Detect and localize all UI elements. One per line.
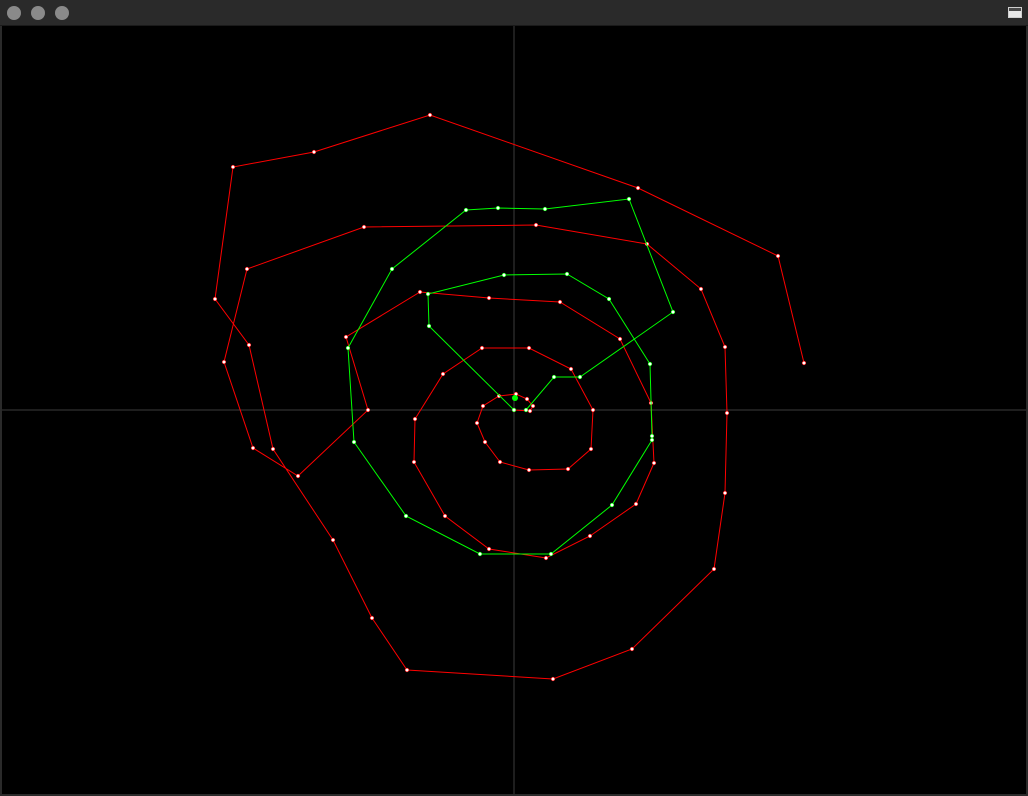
red-spiral-vertex-marker <box>369 615 375 621</box>
red-spiral-vertex-marker <box>635 185 641 191</box>
red-spiral-vertex-marker <box>250 445 256 451</box>
red-spiral-vertex-marker <box>526 467 532 473</box>
red-spiral-vertex-marker <box>479 345 485 351</box>
red-spiral-vertex-marker <box>404 667 410 673</box>
green-spiral-vertex-marker <box>425 291 431 297</box>
red-spiral-vertex-marker <box>722 344 728 350</box>
red-spiral-vertex-marker <box>417 289 423 295</box>
red-spiral-vertex-marker <box>361 224 367 230</box>
red-spiral-vertex-marker <box>295 473 301 479</box>
red-spiral-vertex-marker <box>533 222 539 228</box>
red-spiral-vertex-marker <box>775 253 781 259</box>
maximize-window-button[interactable] <box>55 6 69 20</box>
red-spiral-vertex-marker <box>722 490 728 496</box>
green-spiral-vertex-marker <box>389 266 395 272</box>
green-spiral-vertex-marker <box>649 437 655 443</box>
green-spiral-vertex-marker <box>626 196 632 202</box>
minimize-window-button[interactable] <box>31 6 45 20</box>
spiral-plot <box>2 26 1026 794</box>
red-spiral-vertex-marker <box>427 112 433 118</box>
green-spiral <box>345 196 676 557</box>
red-spiral-vertex-marker <box>486 295 492 301</box>
green-spiral-vertex-marker <box>426 323 432 329</box>
red-spiral-vertex-marker <box>244 266 250 272</box>
red-spiral-vertex-marker <box>482 439 488 445</box>
green-spiral-vertex-marker <box>548 551 554 557</box>
red-spiral-line <box>214 114 805 680</box>
green-spiral-vertex-marker <box>351 439 357 445</box>
red-spiral <box>212 112 807 682</box>
red-spiral-vertex-marker <box>246 342 252 348</box>
red-spiral-vertex-marker <box>565 466 571 472</box>
green-spiral-vertex-marker <box>403 513 409 519</box>
red-spiral-vertex-marker <box>270 446 276 452</box>
red-spiral-vertex-marker <box>527 408 533 414</box>
spiral-canvas <box>2 26 1026 794</box>
green-spiral-vertex-marker <box>670 309 676 315</box>
green-spiral-vertex-marker <box>511 407 517 413</box>
red-spiral-vertex-marker <box>497 459 503 465</box>
close-window-button[interactable] <box>7 6 21 20</box>
red-spiral-vertex-marker <box>590 407 596 413</box>
red-spiral-vertex-marker <box>633 501 639 507</box>
red-spiral-vertex-marker <box>550 676 556 682</box>
red-spiral-vertex-marker <box>480 403 486 409</box>
window-titlebar <box>0 0 1028 26</box>
red-spiral-vertex-marker <box>711 566 717 572</box>
red-spiral-vertex-marker <box>486 546 492 552</box>
green-spiral-vertex-marker <box>463 207 469 213</box>
red-spiral-vertex-marker <box>724 410 730 416</box>
window-restore-icon[interactable] <box>1008 7 1022 18</box>
spiral-start-marker <box>512 395 518 401</box>
red-spiral-vertex-marker <box>530 403 536 409</box>
red-spiral-vertex-marker <box>629 646 635 652</box>
red-spiral-vertex-marker <box>212 296 218 302</box>
green-spiral-vertex-marker <box>501 272 507 278</box>
green-spiral-vertex-marker <box>649 433 655 439</box>
red-spiral-vertex-marker <box>311 149 317 155</box>
red-spiral-vertex-marker <box>801 360 807 366</box>
red-spiral-vertex-marker <box>230 164 236 170</box>
red-spiral-vertex-marker <box>343 334 349 340</box>
red-spiral-vertex-marker <box>412 416 418 422</box>
red-spiral-vertex-marker <box>474 420 480 426</box>
green-spiral-vertex-marker <box>577 374 583 380</box>
red-spiral-vertex-marker <box>588 446 594 452</box>
green-spiral-vertex-marker <box>345 345 351 351</box>
red-spiral-vertex-marker <box>524 396 530 402</box>
red-spiral-vertex-marker <box>587 533 593 539</box>
red-spiral-vertex-marker <box>365 407 371 413</box>
red-spiral-vertex-marker <box>221 359 227 365</box>
red-spiral-vertex-marker <box>651 460 657 466</box>
red-spiral-vertex-marker <box>557 299 563 305</box>
red-spiral-vertex-marker <box>543 555 549 561</box>
green-spiral-vertex-marker <box>606 296 612 302</box>
green-spiral-vertex-marker <box>477 551 483 557</box>
green-spiral-vertex-marker <box>542 206 548 212</box>
red-spiral-vertex-marker <box>617 336 623 342</box>
green-spiral-vertex-marker <box>495 205 501 211</box>
green-spiral-vertex-marker <box>647 361 653 367</box>
green-spiral-vertex-marker <box>609 502 615 508</box>
red-spiral-vertex-marker <box>442 513 448 519</box>
red-spiral-vertex-marker <box>568 366 574 372</box>
green-spiral-line <box>347 198 674 555</box>
red-spiral-vertex-marker <box>698 286 704 292</box>
green-spiral-vertex-marker <box>523 407 529 413</box>
red-spiral-vertex-marker <box>330 537 336 543</box>
green-spiral-vertex-marker <box>564 271 570 277</box>
green-spiral-vertex-marker <box>551 374 557 380</box>
red-spiral-vertex-marker <box>440 371 446 377</box>
red-spiral-vertex-marker <box>526 345 532 351</box>
red-spiral-vertex-marker <box>411 459 417 465</box>
